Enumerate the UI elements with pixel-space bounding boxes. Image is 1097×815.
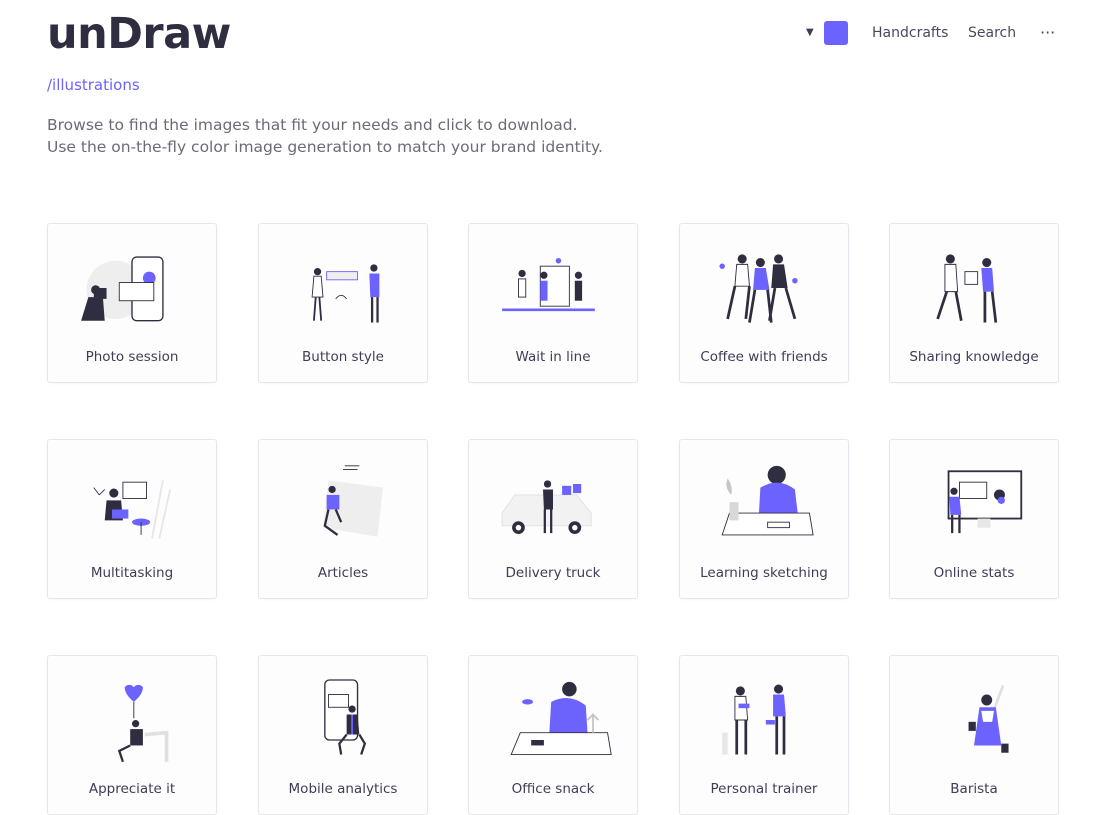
illustration-title: Mobile analytics [288,781,398,797]
illustration-title: Articles [317,565,369,581]
logo[interactable]: unDraw [47,8,231,60]
illustration-card-barista[interactable]: Barista [889,655,1059,815]
illustration-title: Photo session [85,349,179,365]
section-path: /illustrations [47,76,140,94]
illustration-title: Personal trainer [710,781,818,797]
mobile-analytics-illustration [323,678,366,756]
sharing-knowledge-illustration [936,252,998,324]
illustration-card-sharing-knowledge[interactable]: Sharing knowledge [889,223,1059,383]
illustration-title: Online stats [933,565,1015,581]
illustration-title: Button style [302,349,384,365]
learning-sketching-illustration [721,465,814,536]
photo-session-illustration [80,256,164,322]
illustration-title: Delivery truck [505,565,601,581]
illustration-title: Barista [950,781,998,797]
illustration-title: Coffee with friends [700,349,828,365]
multitasking-illustration [92,479,172,540]
delivery-truck-illustration [500,479,593,536]
wait-in-line-illustration [500,256,597,312]
coffee-with-friends-illustration [718,252,799,324]
illustration-title: Office snack [511,781,595,797]
illustration-card-articles[interactable]: Articles [258,439,428,599]
illustration-card-button-style[interactable]: Button style [258,223,428,383]
appreciate-it-illustration [117,683,169,764]
barista-illustration [967,684,1010,755]
accent-color-swatch[interactable] [824,21,848,45]
illustration-card-mobile-analytics[interactable]: Mobile analytics [258,655,428,815]
illustration-card-photo-session[interactable]: Photo session [47,223,217,383]
illustration-card-office-snack[interactable]: Office snack [468,655,638,815]
intro-text: Browse to find the images that fit your … [47,116,603,156]
illustration-title: Sharing knowledge [909,349,1039,365]
office-snack-illustration [510,680,613,756]
online-stats-illustration [947,470,1023,535]
personal-trainer-illustration [720,683,788,756]
ellipsis-icon[interactable]: ··· [1040,20,1055,46]
illustration-card-appreciate-it[interactable]: Appreciate it [47,655,217,815]
illustration-card-coffee-with-friends[interactable]: Coffee with friends [679,223,849,383]
illustration-card-multitasking[interactable]: Multitasking [47,439,217,599]
illustration-card-online-stats[interactable]: Online stats [889,439,1059,599]
caret-down-icon[interactable]: ▼ [806,20,820,46]
illustration-card-personal-trainer[interactable]: Personal trainer [679,655,849,815]
illustration-card-wait-in-line[interactable]: Wait in line [468,223,638,383]
illustration-card-delivery-truck[interactable]: Delivery truck [468,439,638,599]
illustration-title: Wait in line [515,349,591,365]
nav-link-search[interactable]: Search [968,20,1016,46]
illustration-title: Learning sketching [700,565,828,581]
illustration-title: Appreciate it [88,781,176,797]
button-style-illustration [310,263,381,324]
nav-link-handcrafts[interactable]: Handcrafts [872,20,948,46]
illustration-title: Multitasking [90,565,174,581]
articles-illustration [321,464,385,538]
illustration-card-learning-sketching[interactable]: Learning sketching [679,439,849,599]
